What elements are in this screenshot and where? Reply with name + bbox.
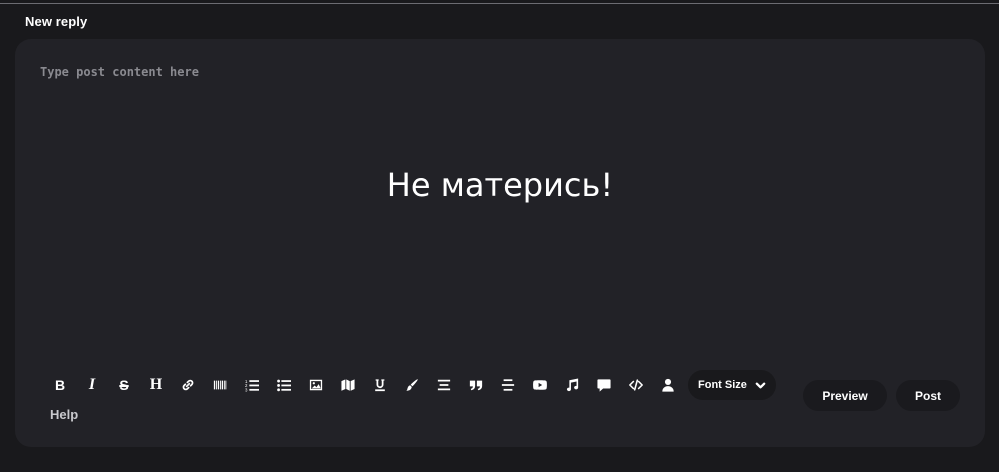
align-center-button[interactable]: [428, 372, 460, 398]
chevron-down-icon: [755, 382, 766, 388]
music-button[interactable]: [556, 372, 588, 398]
preview-button[interactable]: Preview: [803, 380, 887, 411]
strikethrough-button[interactable]: S: [108, 372, 140, 398]
youtube-icon: [533, 380, 547, 390]
align-justify-button[interactable]: [492, 372, 524, 398]
image-button[interactable]: [300, 372, 332, 398]
underline-icon: [375, 379, 385, 392]
image-icon: [309, 379, 323, 391]
unordered-list-icon: [277, 379, 291, 392]
music-icon: [566, 378, 579, 392]
spoiler-button[interactable]: [588, 372, 620, 398]
help-link[interactable]: Help: [50, 407, 78, 422]
code-button[interactable]: [620, 372, 652, 398]
ordered-list-icon: 123: [245, 379, 259, 392]
color-button[interactable]: [396, 372, 428, 398]
map-button[interactable]: [332, 372, 364, 398]
barcode-icon: [213, 380, 227, 390]
comment-icon: [597, 379, 611, 392]
italic-icon: I: [88, 376, 96, 393]
editor-card: Не матерись! B I S H 123: [15, 39, 985, 447]
heading-icon: H: [149, 376, 163, 393]
youtube-button[interactable]: [524, 372, 556, 398]
underline-button[interactable]: [364, 372, 396, 398]
quote-icon: [469, 380, 483, 391]
top-divider: [0, 3, 999, 4]
link-icon: [182, 379, 194, 391]
section-title: New reply: [25, 14, 88, 29]
paint-brush-icon: [406, 379, 418, 391]
unordered-list-button[interactable]: [268, 372, 300, 398]
ordered-list-button[interactable]: 123: [236, 372, 268, 398]
code-icon: [629, 379, 643, 391]
heading-button[interactable]: H: [140, 372, 172, 398]
font-size-label: Font Size: [698, 379, 747, 391]
user-icon: [662, 378, 674, 392]
map-icon: [341, 379, 355, 391]
align-center-icon: [437, 379, 451, 391]
bold-icon: B: [54, 377, 66, 393]
formatting-toolbar: B I S H 123 Font Size: [44, 370, 776, 400]
bold-button[interactable]: B: [44, 372, 76, 398]
italic-button[interactable]: I: [76, 372, 108, 398]
mention-button[interactable]: [652, 372, 684, 398]
link-button[interactable]: [172, 372, 204, 398]
barcode-button[interactable]: [204, 372, 236, 398]
align-justify-icon: [501, 379, 515, 391]
font-size-select[interactable]: Font Size: [688, 370, 776, 400]
quote-button[interactable]: [460, 372, 492, 398]
strikethrough-icon: S: [119, 377, 129, 393]
post-content-textarea[interactable]: [40, 65, 960, 365]
post-button[interactable]: Post: [896, 380, 960, 411]
svg-text:3: 3: [245, 388, 248, 392]
